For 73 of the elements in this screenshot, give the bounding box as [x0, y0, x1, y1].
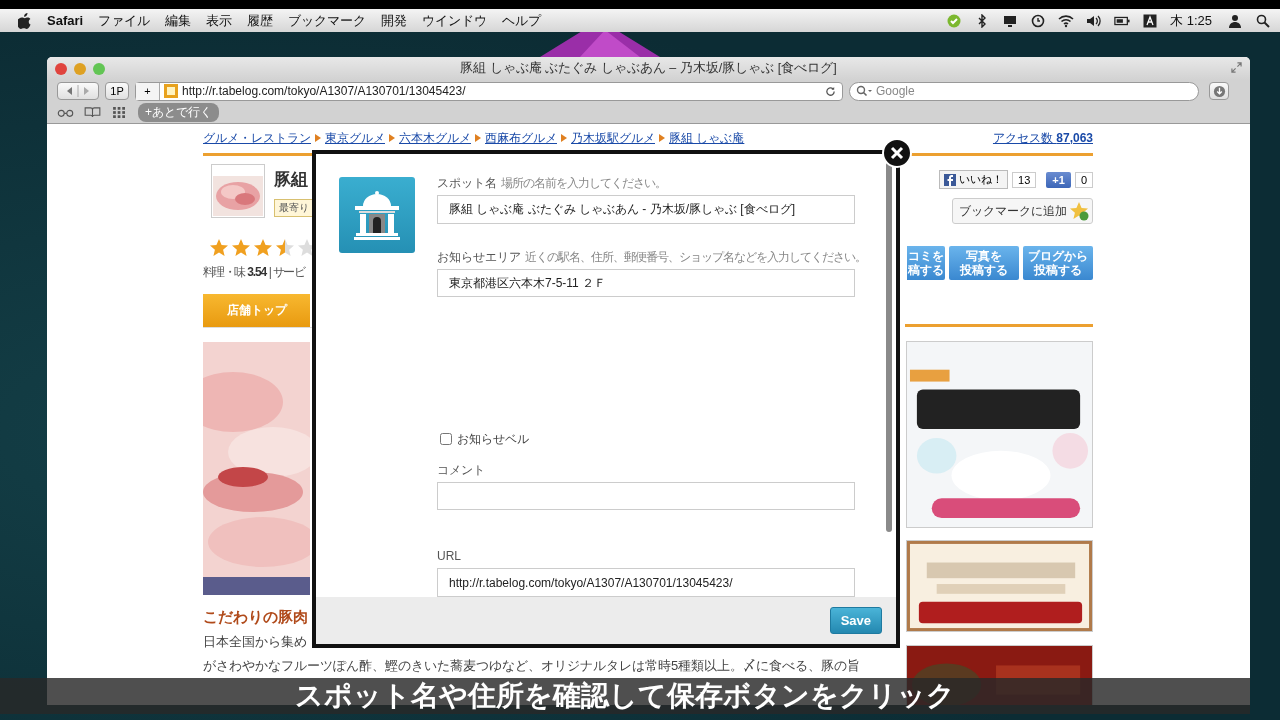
window-title: 豚組 しゃぶ庵 ぶたぐみ しゃぶあん – 乃木坂/豚しゃぶ [食べログ]: [460, 60, 837, 77]
chevron-icon: [315, 134, 321, 142]
like-count: 13: [1012, 171, 1037, 188]
shop-title: 豚組: [274, 169, 309, 191]
url-field[interactable]: http://r.tabelog.com/tokyo/A1307/A130701/13045423/: [437, 568, 855, 597]
user-icon[interactable]: [1227, 13, 1243, 28]
grid-icon[interactable]: [111, 107, 128, 118]
menu-item[interactable]: ウインドウ: [422, 11, 488, 30]
apple-icon[interactable]: [18, 12, 32, 29]
star-icon: [1069, 201, 1089, 221]
reload-icon[interactable]: [825, 85, 836, 97]
close-icon[interactable]: [882, 138, 912, 168]
menu-item[interactable]: 履歴: [247, 11, 274, 30]
station-tag: 最寄り: [274, 199, 314, 217]
plus-one-button[interactable]: +1: [1046, 171, 1071, 188]
text-field[interactable]: 豚組 しゃぶ庵 ぶたぐみ しゃぶあん - 乃木坂/豚しゃぶ [食べログ]: [437, 195, 855, 224]
clock-icon[interactable]: [1030, 13, 1047, 28]
search-icon: [856, 85, 872, 97]
field-hint: 場所の名前を入力してください。: [501, 175, 666, 192]
address-field[interactable]: http://r.tabelog.com/tokyo/A1307/A130701/13045423/: [182, 84, 821, 98]
display-icon[interactable]: [1002, 13, 1019, 28]
menu-item[interactable]: 開発: [381, 11, 408, 30]
building-icon: [339, 177, 415, 253]
site-icon: [164, 84, 178, 98]
chevron-icon: [475, 134, 481, 142]
menu-item[interactable]: ファイル: [98, 11, 151, 30]
bell-checkbox[interactable]: [440, 433, 452, 446]
breadcrumb-link[interactable]: 東京グルメ: [325, 129, 385, 147]
search-icon[interactable]: [1255, 13, 1271, 28]
fullscreen-icon[interactable]: [1231, 62, 1242, 73]
glasses-icon[interactable]: [57, 107, 74, 118]
field-label: スポット名: [437, 175, 497, 192]
breadcrumb-link[interactable]: 六本木グルメ: [399, 129, 471, 147]
breadcrumb-link[interactable]: 乃木坂駅グルメ: [571, 129, 655, 147]
menu-item[interactable]: Safari: [47, 13, 84, 28]
description-text: 日本全国から集め: [203, 633, 307, 651]
field-label: お知らせエリア: [437, 248, 521, 266]
close-window-button[interactable]: [55, 62, 67, 75]
add-bookmark-button[interactable]: ブックマークに追加: [952, 198, 1093, 224]
menu-clock[interactable]: 木 1:25: [1170, 11, 1212, 30]
plus-one-count: 0: [1074, 171, 1093, 188]
book-icon[interactable]: [84, 107, 101, 118]
add-bookmark-button[interactable]: +: [136, 82, 160, 100]
menu-item[interactable]: ブックマーク: [288, 11, 367, 30]
description-text: がさわやかなフルーツぽん酢、鰹のきいた蕎麦つゆなど、オリジナルタレは常時5種類以上。〆に食べる、豚の旨: [203, 657, 861, 675]
menu-item[interactable]: 表示: [206, 11, 233, 30]
field-label: URL: [437, 549, 461, 564]
volume-icon[interactable]: [1086, 13, 1103, 28]
facebook-icon: [944, 173, 957, 186]
input-method-icon[interactable]: [1142, 13, 1159, 28]
breadcrumb-link[interactable]: 豚組 しゃぶ庵: [669, 129, 745, 147]
page-button[interactable]: 1P: [105, 82, 129, 100]
downloads-button[interactable]: [1209, 82, 1229, 100]
back-forward-button[interactable]: [57, 82, 99, 100]
access-count-link[interactable]: アクセス数 87,063: [992, 129, 1093, 147]
chevron-icon: [561, 134, 567, 142]
section-heading: こだわりの豚肉: [203, 608, 308, 627]
search-field[interactable]: Google: [849, 81, 1199, 101]
chevron-icon: [659, 134, 665, 142]
breadcrumb-link[interactable]: グルメ・レストラン: [203, 129, 311, 147]
menu-item[interactable]: 編集: [165, 11, 192, 30]
field-hint: 近くの駅名、住所、郵便番号、ショップ名などを入力してください。: [525, 248, 866, 266]
subtitle-caption: スポット名や住所を確認して保存ボタンをクリック: [295, 679, 955, 713]
comment-field[interactable]: [437, 481, 855, 511]
menu-item[interactable]: ヘルプ: [502, 11, 542, 30]
wifi-icon[interactable]: [1058, 13, 1075, 28]
field-label: コメント: [437, 461, 485, 479]
checkbox-label: お知らせベル: [457, 430, 529, 448]
like-button[interactable]: いいね！: [939, 170, 1009, 189]
chevron-icon: [389, 134, 395, 142]
breadcrumb-link[interactable]: 西麻布グルメ: [485, 129, 557, 147]
text-field[interactable]: 東京都港区六本木7-5-11 ２Ｆ: [437, 268, 855, 298]
check-icon[interactable]: [946, 13, 963, 28]
